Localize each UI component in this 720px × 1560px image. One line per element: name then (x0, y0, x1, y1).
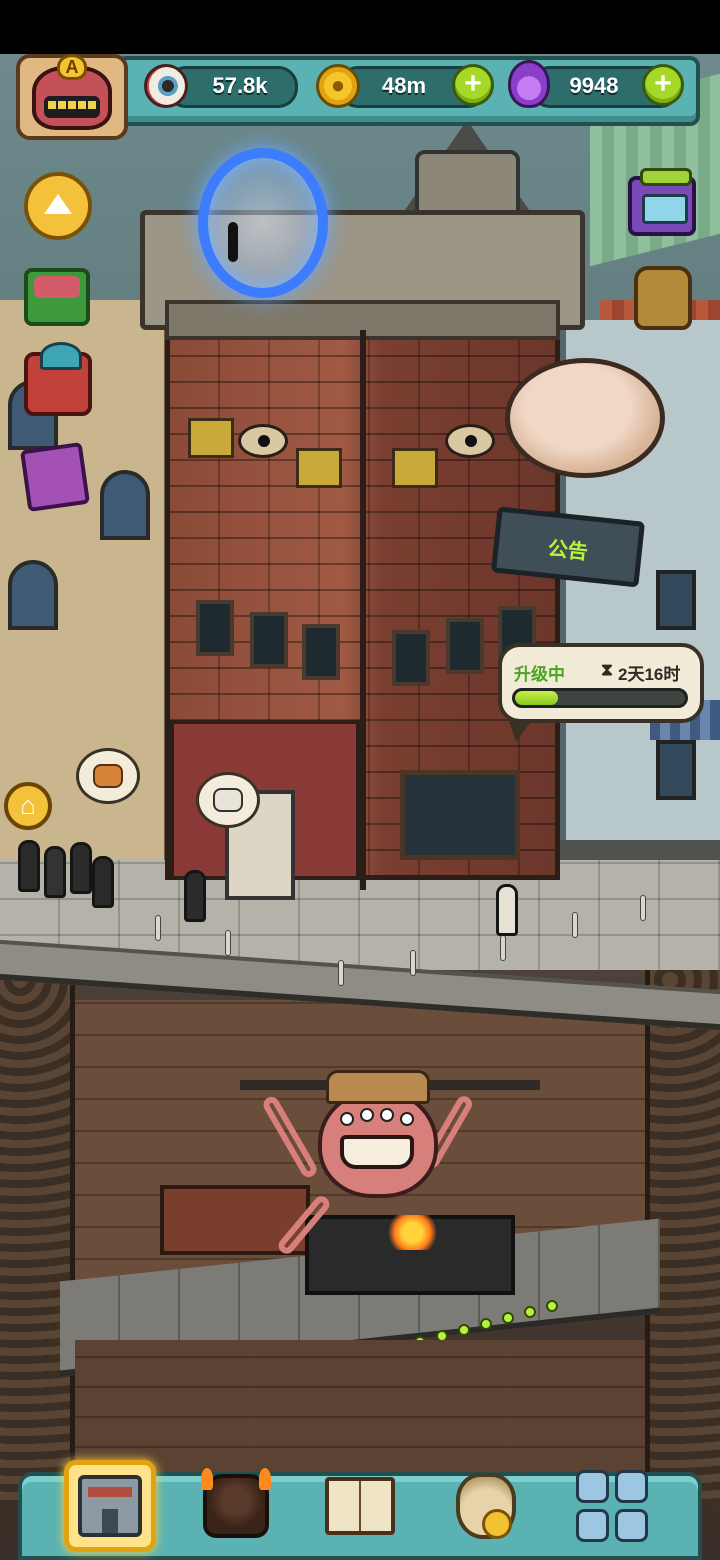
bollard (155, 915, 161, 941)
building-window (100, 470, 150, 540)
chef-hat (326, 1070, 430, 1104)
card-pack-icon[interactable] (19, 441, 91, 513)
staff-character[interactable] (496, 884, 518, 936)
bollard (225, 930, 231, 956)
guest-thought-bubble[interactable] (76, 748, 140, 804)
floor-light (502, 1312, 514, 1324)
coin-icon: ● (316, 64, 360, 108)
building-window (656, 570, 696, 630)
avatar-teeth (48, 101, 96, 109)
status-bar (0, 0, 720, 54)
eyeball-count: 57.8k (212, 73, 268, 98)
food-request-icon (93, 764, 123, 788)
floor-light (546, 1300, 558, 1312)
home-button[interactable]: ⌂ (4, 782, 52, 830)
collapse-up-button[interactable] (24, 172, 92, 240)
coin-count: 48m (381, 73, 427, 98)
octopus-eye (400, 1112, 414, 1126)
hourglass-icon: ⧗ (601, 660, 613, 679)
floor-light (524, 1306, 536, 1318)
building-window (656, 740, 696, 800)
eyeball-icon (144, 64, 188, 108)
octopus-eye (340, 1112, 354, 1126)
potion-icon (508, 60, 550, 108)
video-reward-icon[interactable] (628, 168, 696, 236)
octopus-eye (360, 1108, 374, 1122)
tower-window (196, 600, 234, 656)
tower-corner (360, 330, 366, 890)
rice-ball-icon (213, 788, 243, 812)
octopus-mouth (340, 1135, 414, 1169)
monster-icon (201, 1468, 271, 1538)
blimp-icon (505, 358, 665, 478)
bollard (410, 950, 416, 976)
building-sign (296, 448, 342, 488)
upgrade-time-left: 2天16时 (618, 665, 681, 684)
bollard (500, 935, 506, 961)
nav-shop-button[interactable] (440, 1460, 532, 1552)
dirt-wall-left (0, 960, 75, 1506)
guest-thought-bubble[interactable] (196, 772, 260, 828)
add-coins-button[interactable]: + (452, 64, 494, 106)
building-icon (78, 1475, 142, 1537)
building-sign (392, 448, 438, 488)
shop-window (400, 770, 520, 860)
blue-portal-icon[interactable] (198, 148, 328, 298)
fire-icon (385, 1215, 440, 1250)
treasure-chest-icon[interactable] (24, 342, 92, 416)
tower-window (392, 630, 430, 686)
floor-light (458, 1324, 470, 1336)
upgrade-status-label: 升级中 (514, 665, 565, 684)
guest-character[interactable] (184, 870, 206, 922)
grid-menu-icon (576, 1470, 648, 1542)
money-sack-icon (456, 1473, 516, 1539)
gift-box-icon[interactable] (24, 268, 90, 326)
nav-menu-button[interactable] (566, 1460, 658, 1552)
bollard (338, 960, 344, 986)
guest-character[interactable] (92, 856, 114, 908)
floor-light (480, 1318, 492, 1330)
nav-monster-button[interactable] (190, 1460, 282, 1552)
octopus-eye (380, 1108, 394, 1122)
tower-window (446, 618, 484, 674)
bollard (640, 895, 646, 921)
tower-window (302, 624, 340, 680)
rank-badge: A (57, 54, 87, 80)
book-icon (325, 1477, 395, 1535)
tower-window (250, 612, 288, 668)
add-potions-button[interactable]: + (642, 64, 684, 106)
portal-eye (228, 222, 238, 262)
eye-decoration-icon (238, 424, 288, 458)
eye-decoration-icon (445, 424, 495, 458)
backpack-icon[interactable] (634, 266, 692, 330)
upgrade-progress-bar (512, 688, 688, 708)
guest-character[interactable] (18, 840, 40, 892)
guest-character[interactable] (70, 842, 92, 894)
building-window (8, 560, 58, 630)
guest-character[interactable] (44, 846, 66, 898)
bollard (572, 912, 578, 938)
nav-building-button[interactable] (64, 1460, 156, 1552)
building-sign (188, 418, 234, 458)
nav-book-button[interactable] (314, 1460, 406, 1552)
upgrade-progress-fill (515, 691, 558, 705)
potion-count: 9948 (569, 73, 619, 98)
